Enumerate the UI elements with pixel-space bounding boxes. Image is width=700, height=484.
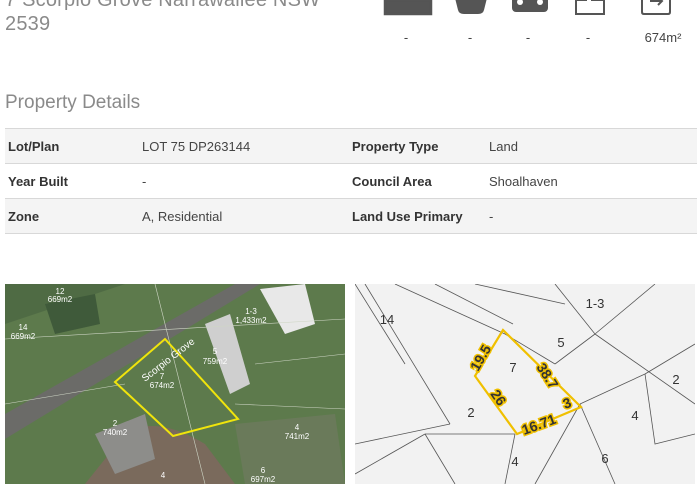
plan-lot-label: 14 [380, 312, 394, 327]
map-lot-label: 5 [213, 347, 218, 356]
floor-plan-icon [573, 0, 607, 16]
plan-map[interactable]: 14 1-3 5 7 2 2 4 4 6 19.5 38.7 26 16.71 … [355, 284, 695, 484]
land-size-value: 674m² [644, 30, 682, 45]
council-area-value: Shoalhaven [486, 163, 697, 199]
plan-lot-label: 2 [672, 372, 679, 387]
lot-plan-value: LOT 75 DP263144 [139, 128, 349, 164]
map-lot-area: 669m2 [48, 295, 73, 304]
map-lot-area: 1,433m2 [235, 316, 267, 325]
table-row: Year Built - Council Area Shoalhaven [5, 163, 697, 199]
plan-lot-label: 6 [601, 451, 608, 466]
map-lot-area: 669m2 [11, 332, 36, 341]
table-row: Lot/Plan LOT 75 DP263144 Property Type L… [5, 128, 697, 164]
property-type-value: Land [486, 128, 697, 164]
plan-lot-label: 1-3 [586, 296, 605, 311]
council-area-label: Council Area [349, 163, 486, 199]
plan-lot-label: 4 [511, 454, 518, 469]
map-lot-label: 1-3 [245, 307, 257, 316]
property-details-table: Lot/Plan LOT 75 DP263144 Property Type L… [5, 128, 697, 234]
plan-lot-label: 7 [509, 360, 516, 375]
map-lot-label: 2 [113, 419, 118, 428]
land-use-label: Land Use Primary [349, 198, 486, 234]
lot-plan-label: Lot/Plan [5, 128, 139, 164]
cars-value: - [525, 30, 531, 45]
beds-value: - [403, 30, 409, 45]
plan-lot-label: 4 [631, 408, 638, 423]
map-lot-label: 4 [295, 423, 300, 432]
plan-lot-label: 2 [467, 405, 474, 420]
zone-value: A, Residential [139, 198, 349, 234]
table-row: Zone A, Residential Land Use Primary - [5, 198, 697, 234]
section-title: Property Details [5, 92, 141, 113]
zone-label: Zone [5, 198, 139, 234]
map-lot-label: 4 [161, 471, 166, 480]
year-built-value: - [139, 163, 349, 199]
plan-lot-label: 5 [557, 335, 564, 350]
map-lot-label: 6 [261, 466, 266, 475]
map-lot-label: 14 [19, 323, 28, 332]
land-use-value: - [486, 198, 697, 234]
map-lot-area: 759m2 [203, 357, 228, 366]
map-lot-area: 674m2 [150, 381, 175, 390]
bath-icon [453, 0, 489, 16]
car-icon [510, 0, 550, 16]
land-size-icon [640, 0, 674, 16]
year-built-label: Year Built [5, 163, 139, 199]
baths-value: - [467, 30, 473, 45]
property-stats: - - - - 674m² [0, 0, 700, 50]
floor-area-value: - [585, 30, 591, 45]
bed-icon [383, 0, 433, 16]
map-lot-area: 741m2 [285, 432, 310, 441]
property-type-label: Property Type [349, 128, 486, 164]
map-lot-area: 740m2 [103, 428, 128, 437]
aerial-map[interactable]: 12 669m2 14 669m2 1-3 1,433m2 5 759m2 7 … [5, 284, 345, 484]
